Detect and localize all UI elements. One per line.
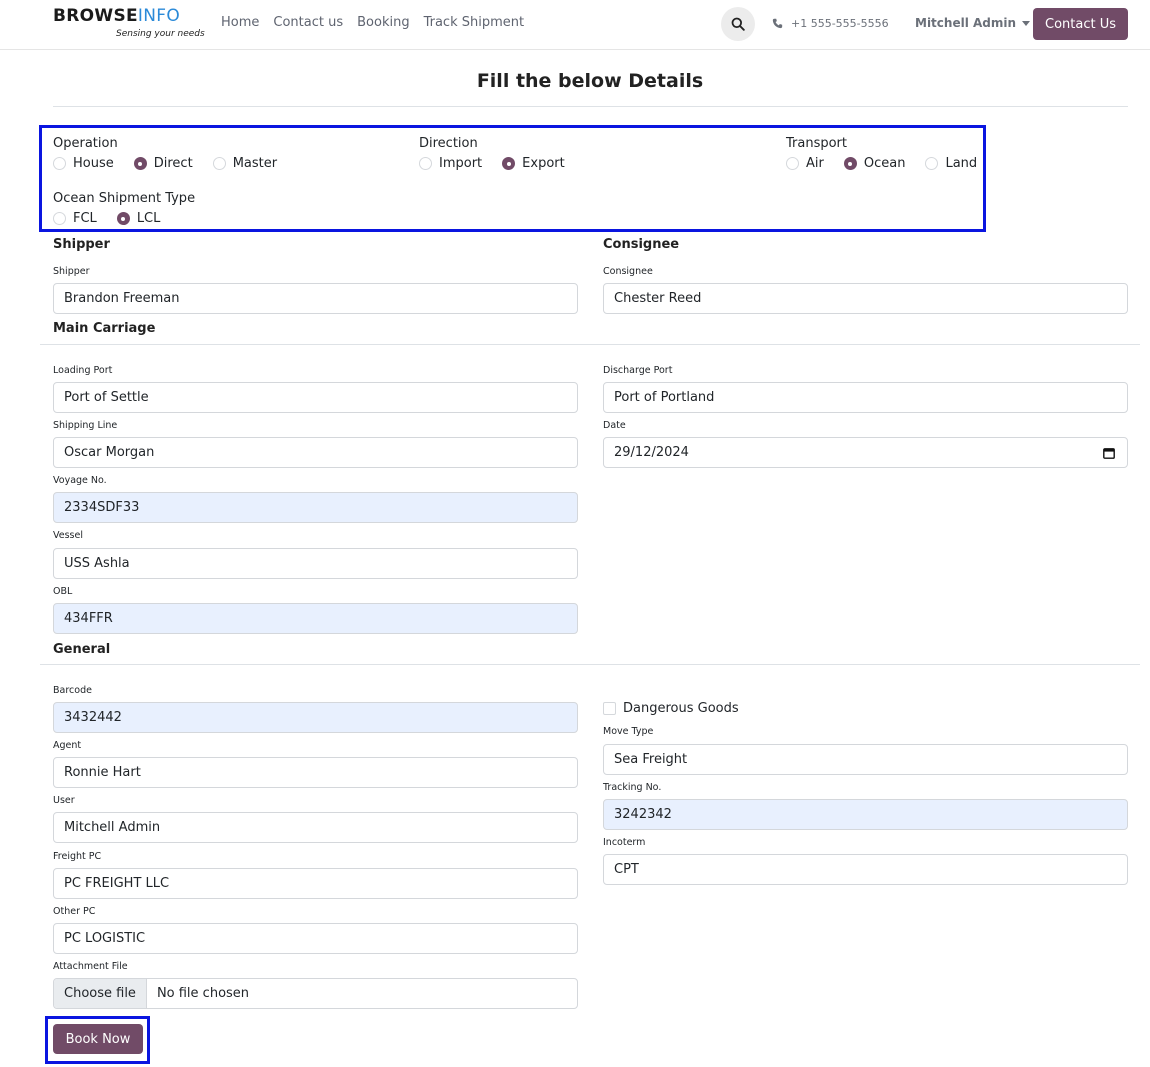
loading-port-label: Loading Port [53, 365, 113, 376]
ocean-type-radio-group: FCL LCL [53, 211, 180, 226]
date-label: Date [603, 420, 626, 431]
choose-file-button[interactable]: Choose file [54, 979, 147, 1008]
tracking-no-label: Tracking No. [603, 782, 662, 793]
radio-fcl[interactable] [53, 212, 66, 225]
agent-label: Agent [53, 740, 82, 751]
user-name: Mitchell Admin [915, 16, 1017, 30]
discharge-port-input[interactable]: Port of Portland [603, 382, 1128, 413]
consignee-label: Consignee [603, 266, 653, 277]
voyage-no-input[interactable]: 2334SDF33 [53, 492, 578, 523]
shipper-label: Shipper [53, 266, 90, 277]
date-value: 29/12/2024 [614, 445, 689, 460]
section-consignee: Consignee [603, 237, 680, 252]
operation-house-option[interactable]: House [53, 156, 114, 171]
calendar-icon[interactable] [1103, 447, 1115, 459]
logo-tagline: Sensing your needs [116, 29, 205, 39]
book-now-button[interactable]: Book Now [53, 1024, 143, 1054]
consignee-input[interactable]: Chester Reed [603, 283, 1128, 314]
nav-booking[interactable]: Booking [357, 15, 409, 30]
attachment-file-input[interactable]: Choose file No file chosen [53, 978, 578, 1009]
ocean-type-label: Ocean Shipment Type [53, 191, 196, 206]
operation-radio-group: House Direct Master [53, 156, 297, 171]
obl-label: OBL [53, 586, 73, 597]
radio-air[interactable] [786, 157, 799, 170]
shipping-line-input[interactable]: Oscar Morgan [53, 437, 578, 468]
radio-land[interactable] [925, 157, 939, 170]
barcode-input[interactable]: 3432442 [53, 702, 578, 733]
direction-import-option[interactable]: Import [419, 156, 482, 171]
direction-label: Direction [419, 136, 478, 151]
incoterm-label: Incoterm [603, 837, 646, 848]
nav-track-shipment[interactable]: Track Shipment [424, 15, 525, 30]
dangerous-goods-label: Dangerous Goods [623, 701, 739, 716]
obl-input[interactable]: 434FFR [53, 603, 578, 634]
site-header: BROWSEINFO Sensing your needs Home Conta… [0, 0, 1150, 50]
operation-master-option[interactable]: Master [212, 156, 277, 171]
date-input[interactable]: 29/12/2024 [603, 437, 1128, 468]
chevron-down-icon [1022, 20, 1031, 26]
general-divider [40, 664, 1140, 665]
logo-wordmark: BROWSEINFO [53, 6, 181, 26]
tracking-no-input[interactable]: 3242342 [603, 799, 1128, 830]
radio-house[interactable] [53, 157, 66, 170]
transport-air-option[interactable]: Air [786, 156, 824, 171]
shipping-line-label: Shipping Line [53, 420, 118, 431]
transport-ocean-option[interactable]: Ocean [843, 156, 905, 171]
ocean-type-lcl-option[interactable]: LCL [116, 211, 160, 226]
freight-pc-input[interactable]: PC FREIGHT LLC [53, 868, 578, 899]
vessel-input[interactable]: USS Ashla [53, 548, 578, 579]
operation-label: Operation [53, 136, 118, 151]
vessel-label: Vessel [53, 530, 83, 541]
freight-pc-label: Freight PC [53, 851, 102, 862]
file-status: No file chosen [156, 986, 250, 1001]
nav-contact-us[interactable]: Contact us [273, 15, 343, 30]
voyage-no-label: Voyage No. [53, 475, 107, 486]
radio-direct[interactable] [133, 157, 147, 170]
page-title: Fill the below Details [476, 70, 704, 92]
shipper-input[interactable]: Brandon Freeman [53, 283, 578, 314]
contact-us-button[interactable]: Contact Us [1033, 8, 1128, 40]
barcode-label: Barcode [53, 685, 92, 696]
move-type-input[interactable]: Sea Freight [603, 744, 1128, 775]
phone-contact[interactable]: +1 555-555-5556 [772, 17, 889, 30]
site-logo[interactable]: BROWSEINFO Sensing your needs [53, 6, 205, 44]
radio-export[interactable] [502, 157, 516, 170]
operation-direct-option[interactable]: Direct [133, 156, 193, 171]
search-icon [731, 17, 745, 31]
section-general: General [53, 642, 111, 657]
transport-label: Transport [786, 136, 848, 151]
main-nav: Home Contact us Booking Track Shipment [221, 15, 524, 30]
agent-input[interactable]: Ronnie Hart [53, 757, 578, 788]
phone-icon [772, 18, 783, 29]
user-menu[interactable]: Mitchell Admin [915, 16, 1031, 30]
phone-number: +1 555-555-5556 [791, 17, 889, 30]
radio-import[interactable] [419, 157, 432, 170]
section-shipper: Shipper [53, 237, 110, 252]
dangerous-goods-checkbox[interactable] [603, 702, 616, 715]
section-main-carriage: Main Carriage [53, 321, 156, 336]
user-label: User [53, 795, 75, 806]
attachment-label: Attachment File [53, 961, 128, 972]
search-button[interactable] [721, 7, 755, 41]
direction-radio-group: Import Export [419, 156, 585, 171]
move-type-label: Move Type [603, 726, 654, 737]
transport-land-option[interactable]: Land [925, 156, 977, 171]
discharge-port-label: Discharge Port [603, 365, 673, 376]
user-input[interactable]: Mitchell Admin [53, 812, 578, 843]
direction-export-option[interactable]: Export [502, 156, 565, 171]
radio-ocean[interactable] [843, 157, 857, 170]
transport-radio-group: Air Ocean Land [786, 156, 997, 171]
radio-master[interactable] [212, 157, 226, 170]
radio-lcl[interactable] [116, 212, 130, 225]
main-carriage-divider [40, 344, 1140, 345]
loading-port-input[interactable]: Port of Settle [53, 382, 578, 413]
title-divider [53, 106, 1128, 107]
ocean-type-fcl-option[interactable]: FCL [53, 211, 97, 226]
other-pc-input[interactable]: PC LOGISTIC [53, 923, 578, 954]
nav-home[interactable]: Home [221, 15, 259, 30]
other-pc-label: Other PC [53, 906, 96, 917]
dangerous-goods-option[interactable]: Dangerous Goods [603, 701, 739, 716]
incoterm-input[interactable]: CPT [603, 854, 1128, 885]
